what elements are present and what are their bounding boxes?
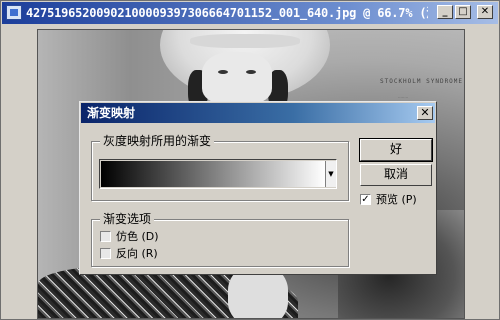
gradient-options-label: 渐变选项 <box>100 212 155 226</box>
gradient-group-label: 灰度映射所用的渐变 <box>100 134 215 148</box>
preview-checkbox[interactable]: ✓ <box>360 194 371 205</box>
preview-label[interactable]: 预览 (P) <box>376 193 417 207</box>
maximize-button[interactable]: □ <box>455 5 471 19</box>
photoshop-document-icon[interactable] <box>6 5 22 20</box>
left-eye <box>218 70 228 74</box>
dialog-close-button[interactable]: ✕ <box>417 106 433 120</box>
gradient-map-dialog: 渐变映射 ✕ 灰度映射所用的渐变 ▼ 渐变选项 仿色 (D) 反向 (R) 好 … <box>79 101 437 275</box>
document-titlebar[interactable]: 4275196520090210000939730666470​1152_001… <box>2 2 498 24</box>
photo-sign-small-text: ........ <box>398 94 409 99</box>
document-window: 4275196520090210000939730666470​1152_001… <box>0 0 500 320</box>
reverse-label[interactable]: 反向 (R) <box>116 247 158 261</box>
preview-option[interactable]: ✓ 预览 (P) <box>360 193 432 207</box>
gradient-dropdown-arrow-icon[interactable]: ▼ <box>325 161 336 187</box>
dither-label[interactable]: 仿色 (D) <box>116 230 159 244</box>
dialog-titlebar[interactable]: 渐变映射 ✕ <box>81 103 435 123</box>
document-title: 4275196520090210000939730666470​1152_001… <box>26 6 428 20</box>
gradient-preview-swatch[interactable] <box>101 161 325 187</box>
minimize-button[interactable]: _ <box>437 5 453 19</box>
dialog-title: 渐变映射 <box>87 106 136 120</box>
ok-button[interactable]: 好 <box>359 138 433 162</box>
right-eye <box>246 70 256 74</box>
face <box>202 52 272 104</box>
dither-checkbox[interactable] <box>100 231 111 242</box>
gradient-picker[interactable]: ▼ <box>99 159 337 189</box>
photo-sign-text: STOCKHOLM SYNDROME <box>380 78 464 85</box>
close-window-button[interactable]: ✕ <box>477 5 493 19</box>
reverse-checkbox[interactable] <box>100 248 111 259</box>
hat-band <box>190 34 300 48</box>
cancel-button[interactable]: 取消 <box>360 164 432 186</box>
gradient-options-group: 渐变选项 仿色 (D) 反向 (R) <box>91 212 349 267</box>
gradient-group: 灰度映射所用的渐变 ▼ <box>91 134 349 201</box>
